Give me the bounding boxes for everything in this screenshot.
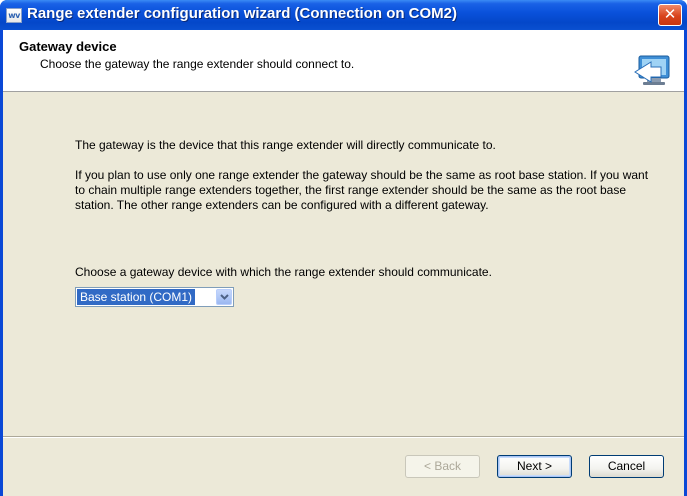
- cancel-button[interactable]: Cancel: [589, 455, 664, 478]
- wizard-network-icon: [633, 52, 671, 90]
- wizard-header: Gateway device Choose the gateway the ra…: [3, 30, 684, 92]
- close-button[interactable]: ✕: [658, 4, 682, 26]
- explanation-text: If you plan to use only one range extend…: [75, 168, 649, 212]
- title-bar[interactable]: wv Range extender configuration wizard (…: [0, 0, 687, 30]
- wizard-client-area: Gateway device Choose the gateway the ra…: [3, 30, 684, 496]
- footer-divider: [3, 436, 684, 438]
- next-button[interactable]: Next >: [497, 455, 572, 478]
- app-icon: wv: [6, 8, 22, 23]
- back-button[interactable]: < Back: [405, 455, 480, 478]
- page-subtitle: Choose the gateway the range extender sh…: [40, 57, 355, 71]
- window-title: Range extender configuration wizard (Con…: [27, 5, 458, 22]
- chevron-down-icon[interactable]: [216, 289, 232, 305]
- gateway-select[interactable]: Base station (COM1): [75, 287, 234, 307]
- wizard-window: wv Range extender configuration wizard (…: [0, 0, 687, 496]
- page-title: Gateway device: [19, 39, 117, 54]
- gateway-select-value: Base station (COM1): [77, 289, 196, 305]
- intro-text: The gateway is the device that this rang…: [75, 138, 496, 152]
- gateway-prompt: Choose a gateway device with which the r…: [75, 265, 492, 279]
